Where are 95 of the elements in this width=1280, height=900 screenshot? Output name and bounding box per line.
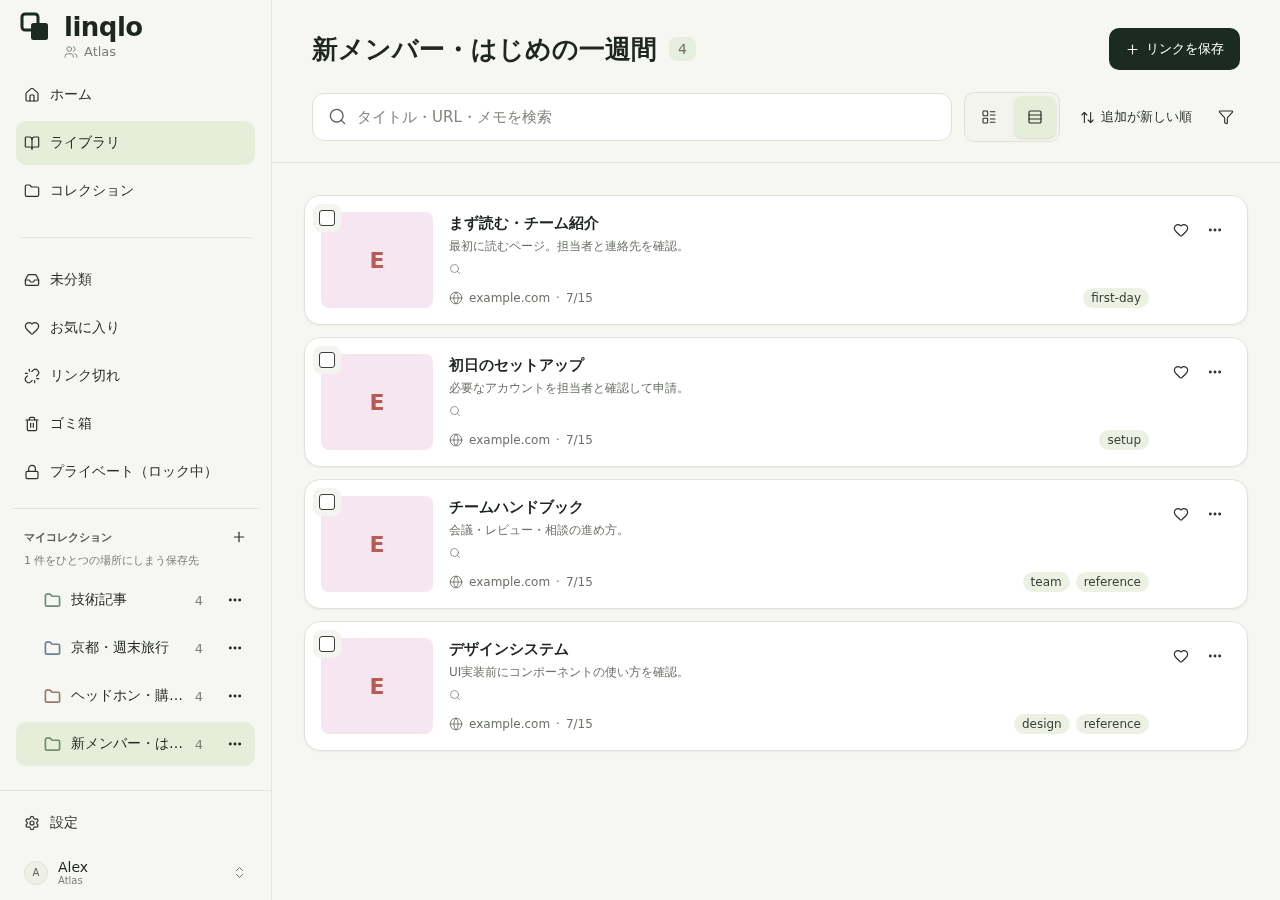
item-count: 4 (194, 592, 203, 608)
link-description: 最初に読むページ。担当者と連絡先を確認。 (449, 238, 689, 255)
home-icon (24, 87, 40, 103)
meta-separator: · (556, 717, 560, 731)
search-icon (328, 107, 347, 126)
tag[interactable]: reference (1075, 572, 1149, 592)
heart-icon (1173, 222, 1189, 238)
inbox-icon (24, 272, 40, 288)
link-domain: example.com (469, 433, 551, 447)
heart-icon (24, 320, 40, 336)
save-link-button[interactable]: リンクを保存 (1109, 28, 1240, 70)
thumbnail: E (321, 638, 433, 734)
section-title: マイコレクション (24, 529, 112, 545)
link-title: チームハンドブック (449, 498, 584, 517)
select-checkbox[interactable] (313, 204, 341, 232)
plus-icon (231, 529, 247, 545)
select-checkbox[interactable] (313, 346, 341, 374)
tag[interactable]: setup (1099, 430, 1149, 450)
link-count: 4 (669, 37, 696, 61)
globe-icon (449, 291, 463, 305)
link-date: 7/15 (565, 433, 593, 447)
filter-item[interactable]: お気に入り (16, 306, 255, 350)
link-description: UI実装前にコンポーネントの使い方を確認。 (449, 664, 690, 681)
user-name: Alex (58, 859, 90, 875)
trash-icon (24, 416, 40, 432)
link-title: デザインシステム (449, 640, 569, 659)
user-avatar: A (24, 860, 48, 885)
globe-icon (449, 575, 463, 589)
tag[interactable]: team (1022, 572, 1070, 592)
item-count: 4 (194, 688, 203, 704)
link-domain: example.com (469, 291, 551, 305)
link-description: 必要なアカウントを担当者と確認して申請。 (449, 380, 689, 397)
tag[interactable]: design (1013, 714, 1070, 734)
compact-list-icon (981, 109, 997, 125)
globe-icon (449, 717, 463, 731)
heart-icon (1173, 506, 1189, 522)
nav-item[interactable]: ライブラリ (16, 121, 255, 165)
team-icon (64, 44, 78, 59)
link-date: 7/15 (565, 717, 593, 731)
filter-icon (1218, 109, 1234, 125)
broken-link-icon (24, 368, 40, 384)
logo-icon (20, 12, 50, 42)
select-checkbox[interactable] (313, 488, 341, 516)
workspace-name: Atlas (84, 44, 117, 59)
settings-icon (24, 815, 40, 831)
list-icon (1027, 109, 1043, 125)
lock-icon (24, 464, 40, 480)
link-title: まず読む・チーム紹介 (449, 214, 599, 233)
meta-separator: · (556, 433, 560, 447)
filter-item[interactable]: ゴミ箱 (16, 402, 255, 446)
collection-item[interactable]: ヘッドホン・購… 4 (16, 674, 255, 718)
filter-item[interactable]: リンク切れ (16, 354, 255, 398)
page-title: 新メンバー・はじめの一週間 (312, 32, 657, 66)
filter-item[interactable]: プライベート（ロック中） (16, 450, 255, 494)
link-domain: example.com (469, 717, 551, 731)
tag[interactable]: reference (1075, 714, 1149, 734)
link-domain: example.com (469, 575, 551, 589)
section-subtitle: 1 件をひとつの場所にしまう保存先 (23, 553, 201, 568)
link-date: 7/15 (565, 291, 593, 305)
nav-item[interactable]: コレクション (16, 169, 255, 213)
link-description: 会議・レビュー・相談の進め方。 (449, 522, 629, 539)
select-checkbox[interactable] (313, 630, 341, 658)
view-toggle[interactable] (1014, 96, 1056, 138)
collection-item[interactable]: 京都・週末旅行 4 (16, 626, 255, 670)
sort-button[interactable]: 追加が新しい順 (1072, 108, 1200, 126)
book-icon (24, 135, 40, 151)
globe-icon (449, 433, 463, 447)
collection-item[interactable]: 技術記事 4 (16, 578, 255, 622)
user-workspace: Atlas (58, 875, 84, 886)
link-card[interactable]: E チームハンドブック 会議・レビュー・相談の進め方。 example.com · 7/15 team reference (304, 479, 1248, 609)
link-card[interactable]: E デザインシステム UI実装前にコンポーネントの使い方を確認。 example.com · 7/15 design reference (304, 621, 1248, 751)
item-count: 4 (194, 640, 203, 656)
collection-item[interactable]: 新メンバー・は… 4 (16, 722, 255, 766)
folder-icon (24, 183, 40, 199)
settings-item[interactable]: 設定 (16, 805, 255, 841)
thumbnail: E (321, 496, 433, 592)
item-count: 4 (194, 736, 203, 752)
filter-item[interactable]: 未分類 (16, 258, 255, 302)
thumbnail: E (321, 212, 433, 308)
link-title: 初日のセットアップ (449, 356, 584, 375)
heart-icon (1173, 648, 1189, 664)
meta-separator: · (556, 291, 560, 305)
meta-separator: · (556, 575, 560, 589)
plus-icon (1125, 41, 1140, 57)
heart-icon (1173, 364, 1189, 380)
link-card[interactable]: E まず読む・チーム紹介 最初に読むページ。担当者と連絡先を確認。 example.com · 7/15 first-day (304, 195, 1248, 325)
sort-icon (1080, 109, 1095, 125)
link-card[interactable]: E 初日のセットアップ 必要なアカウントを担当者と確認して申請。 example.com · 7/15 setup (304, 337, 1248, 467)
thumbnail: E (321, 354, 433, 450)
add-collection-button[interactable] (231, 529, 247, 545)
nav-item[interactable]: ホーム (16, 73, 255, 117)
link-date: 7/15 (565, 575, 593, 589)
app-name: linqlo (64, 12, 143, 42)
tag[interactable]: first-day (1083, 288, 1149, 308)
search-field[interactable]: タイトル・URL・メモを検索 (312, 93, 952, 141)
